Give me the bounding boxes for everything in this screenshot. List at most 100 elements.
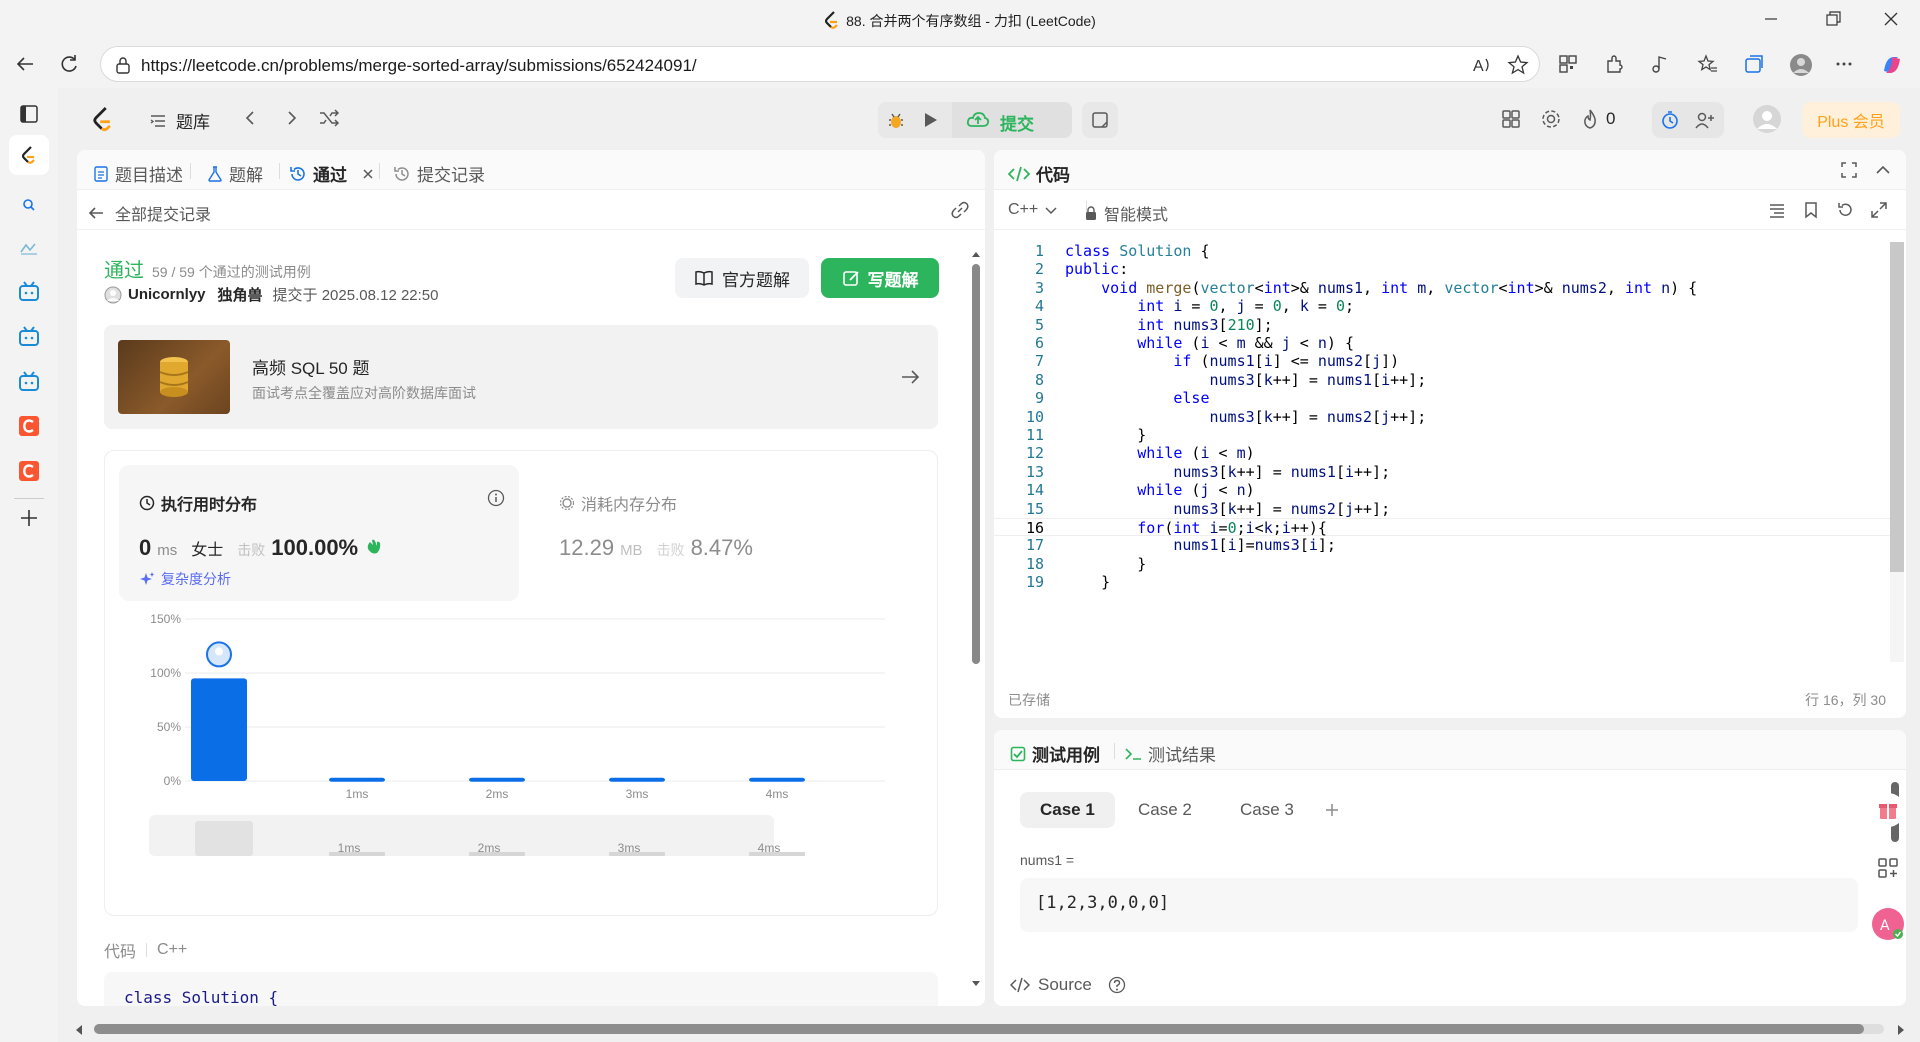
runtime-card[interactable]: 执行用时分布 0 ms 女士 击败 100.00% 复杂度分析 — [119, 465, 519, 601]
translate-icon[interactable]: A — [1870, 906, 1906, 942]
leetcode-logo-icon[interactable] — [92, 106, 114, 132]
code-line[interactable]: 19 } — [994, 573, 1890, 591]
editor-scrollbar-thumb[interactable] — [1890, 242, 1904, 572]
settings-icon[interactable] — [1540, 108, 1562, 130]
info-icon[interactable] — [487, 489, 505, 507]
code-line[interactable]: 9 else — [994, 389, 1890, 407]
read-aloud-icon[interactable]: A — [1471, 54, 1493, 76]
page-hscrollbar[interactable] — [64, 1018, 1920, 1042]
complexity-analysis-link[interactable]: 复杂度分析 — [139, 569, 231, 589]
close-tab-icon[interactable] — [361, 167, 375, 181]
smart-mode-toggle[interactable]: 智能模式 — [1084, 201, 1168, 225]
notes-button[interactable] — [1082, 102, 1118, 138]
code-line[interactable]: 12 while (i < m) — [994, 444, 1890, 462]
language-select[interactable]: C++ — [1008, 201, 1058, 219]
scroll-down-icon[interactable] — [971, 980, 981, 988]
sidebar-leetcode-tab[interactable] — [9, 135, 49, 175]
next-problem-icon[interactable] — [282, 108, 302, 128]
code-line[interactable]: 6 while (i < m && j < n) { — [994, 334, 1890, 352]
code-line[interactable]: 10 nums3[k++] = nums2[j++]; — [994, 408, 1890, 426]
submit-button[interactable]: 提交 — [952, 102, 1072, 138]
problem-list-button[interactable]: 题库 — [148, 108, 210, 133]
all-submissions-link[interactable]: 全部提交记录 — [87, 201, 211, 225]
help-icon[interactable] — [1108, 976, 1126, 994]
reset-icon[interactable] — [1836, 201, 1854, 219]
streak-counter[interactable]: 0 — [1580, 108, 1615, 130]
address-url[interactable]: https://leetcode.cn/problems/merge-sorte… — [141, 56, 697, 76]
activity-icon[interactable] — [17, 236, 41, 260]
scroll-left-icon[interactable] — [74, 1024, 84, 1036]
scroll-up-icon[interactable] — [971, 250, 981, 258]
tab-description[interactable]: 题目描述 — [93, 161, 183, 186]
fullscreen-icon[interactable] — [1840, 161, 1858, 179]
code-line[interactable]: 11 } — [994, 426, 1890, 444]
bilibili-icon[interactable] — [17, 280, 41, 304]
favorite-star-icon[interactable] — [1507, 54, 1529, 76]
case-tab-3[interactable]: Case 3 — [1220, 792, 1314, 828]
code-line[interactable]: 7 if (nums1[i] <= nums2[j]) — [994, 352, 1890, 370]
code-area[interactable]: 1 class Solution {2 public: 3 void merge(ve… — [994, 242, 1890, 662]
add-friend-icon[interactable] — [1694, 110, 1716, 130]
promo-card[interactable]: 高频 SQL 50 题 面试考点全覆盖应对高阶数据库面试 — [104, 325, 938, 429]
gift-icon[interactable] — [1870, 792, 1906, 828]
code-line[interactable]: 2 public: — [994, 260, 1890, 278]
csdn-icon[interactable] — [17, 459, 41, 483]
apps-grid-icon[interactable] — [1870, 850, 1906, 886]
bilibili-icon[interactable] — [17, 325, 41, 349]
user-avatar[interactable] — [1752, 104, 1782, 134]
code-line[interactable]: 13 nums3[k++] = nums1[i++]; — [994, 463, 1890, 481]
copilot-icon[interactable] — [1880, 53, 1902, 75]
collapse-icon[interactable] — [1874, 161, 1892, 179]
bookmark-icon[interactable] — [1802, 201, 1820, 219]
tab-submissions[interactable]: 提交记录 — [393, 161, 485, 186]
code-line[interactable]: 1 class Solution { — [994, 242, 1890, 260]
code-line[interactable]: 8 nums3[k++] = nums1[i++]; — [994, 371, 1890, 389]
lock-icon[interactable] — [115, 56, 131, 74]
add-icon[interactable] — [17, 506, 41, 530]
expand-icon[interactable] — [1870, 201, 1888, 219]
code-line[interactable]: 17 nums1[i]=nums3[i]; — [994, 536, 1890, 554]
code-line[interactable]: 14 while (j < n) — [994, 481, 1890, 499]
extensions-icon[interactable] — [1603, 53, 1625, 75]
tab-test-result[interactable]: 测试结果 — [1124, 741, 1216, 766]
qr-icon[interactable] — [1557, 53, 1579, 75]
collections-icon[interactable] — [1743, 53, 1765, 75]
debug-icon[interactable] — [886, 110, 906, 130]
timer-icon[interactable] — [1660, 110, 1680, 130]
tab-solutions[interactable]: 题解 — [207, 161, 263, 186]
hscroll-thumb[interactable] — [94, 1024, 1864, 1034]
username[interactable]: Unicornlyy — [128, 286, 206, 303]
link-icon[interactable] — [950, 201, 970, 219]
source-link[interactable]: Source — [1010, 975, 1126, 995]
editor-scrollbar[interactable] — [1890, 242, 1904, 662]
search-icon[interactable] — [17, 193, 41, 217]
code-line[interactable]: 3 void merge(vector<int>& nums1, int m, … — [994, 279, 1890, 297]
more-menu-icon[interactable] — [1833, 53, 1855, 75]
case-tab-2[interactable]: Case 2 — [1118, 792, 1212, 828]
code-line[interactable]: 15 nums3[k++] = nums2[j++]; — [994, 500, 1890, 518]
back-arrow-icon[interactable] — [14, 53, 36, 75]
restore-icon[interactable] — [1822, 8, 1844, 30]
tab-testcases[interactable]: 测试用例 — [1010, 741, 1100, 766]
add-case-icon[interactable] — [1324, 802, 1340, 818]
code-line[interactable]: 18 } — [994, 555, 1890, 573]
run-icon[interactable] — [920, 110, 940, 130]
official-solution-button[interactable]: 官方题解 — [675, 258, 809, 298]
code-line[interactable]: 16 for(int i=0;i<k;i++){ — [994, 518, 1890, 537]
bilibili-icon[interactable] — [17, 370, 41, 394]
user-avatar-icon[interactable] — [104, 286, 122, 304]
scroll-right-icon[interactable] — [1896, 1024, 1906, 1036]
left-scrollbar-thumb[interactable] — [972, 264, 980, 664]
nums1-input[interactable]: [1,2,3,0,0,0] — [1020, 878, 1858, 932]
write-solution-button[interactable]: 写题解 — [821, 258, 939, 298]
code-line[interactable]: 4 int i = 0, j = 0, k = 0; — [994, 297, 1890, 315]
music-icon[interactable] — [1649, 53, 1671, 75]
case-tab-1[interactable]: Case 1 — [1020, 792, 1115, 828]
profile-avatar-icon[interactable] — [1789, 53, 1812, 76]
shuffle-icon[interactable] — [318, 108, 340, 128]
plus-membership-button[interactable]: Plus 会员 — [1802, 102, 1900, 138]
refresh-icon[interactable] — [58, 53, 80, 75]
prev-problem-icon[interactable] — [240, 108, 260, 128]
layout-icon[interactable] — [1500, 108, 1522, 130]
favorites-list-icon[interactable] — [1697, 53, 1719, 75]
